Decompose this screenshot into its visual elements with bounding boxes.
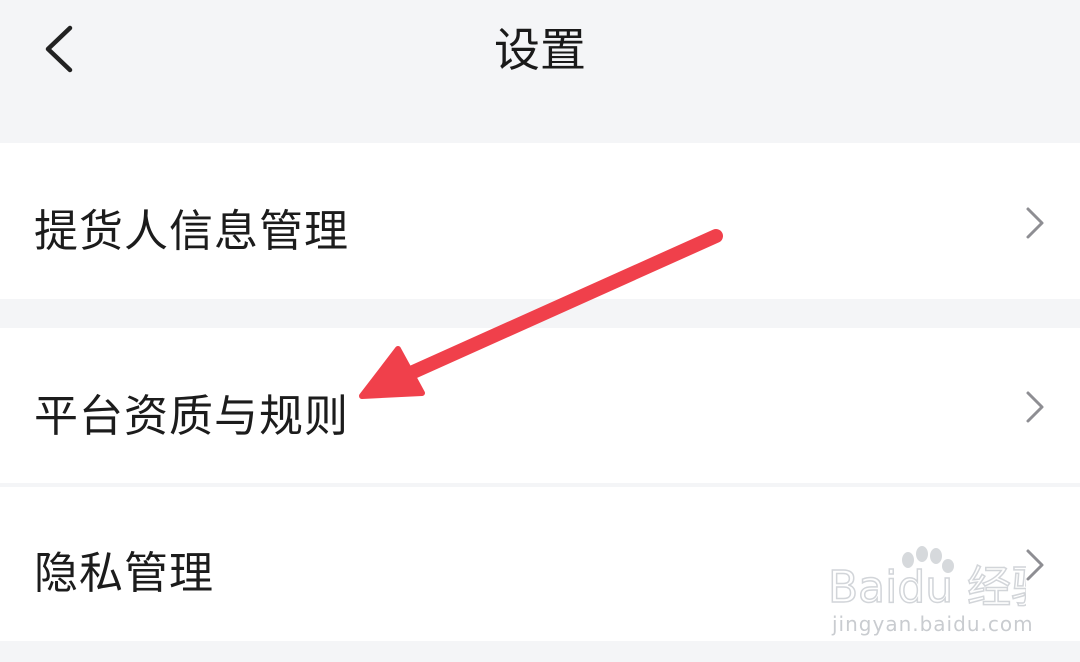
settings-item-label: 平台资质与规则 <box>34 391 349 442</box>
settings-item-platform-rules[interactable]: 平台资质与规则 <box>0 328 1080 483</box>
top-bar: 设置 <box>0 0 1080 143</box>
chevron-right-icon <box>1026 207 1044 239</box>
settings-item-label: 隐私管理 <box>34 548 214 599</box>
watermark-brand: Baidu 经验 <box>828 562 1026 613</box>
settings-item-label: 提货人信息管理 <box>34 206 349 257</box>
watermark-url: jingyan.baidu.com <box>832 612 1034 636</box>
settings-item-pickup-info[interactable]: 提货人信息管理 <box>0 143 1080 299</box>
chevron-right-icon <box>1026 391 1044 423</box>
chevron-right-icon <box>1026 549 1044 581</box>
page-title: 设置 <box>494 23 586 77</box>
